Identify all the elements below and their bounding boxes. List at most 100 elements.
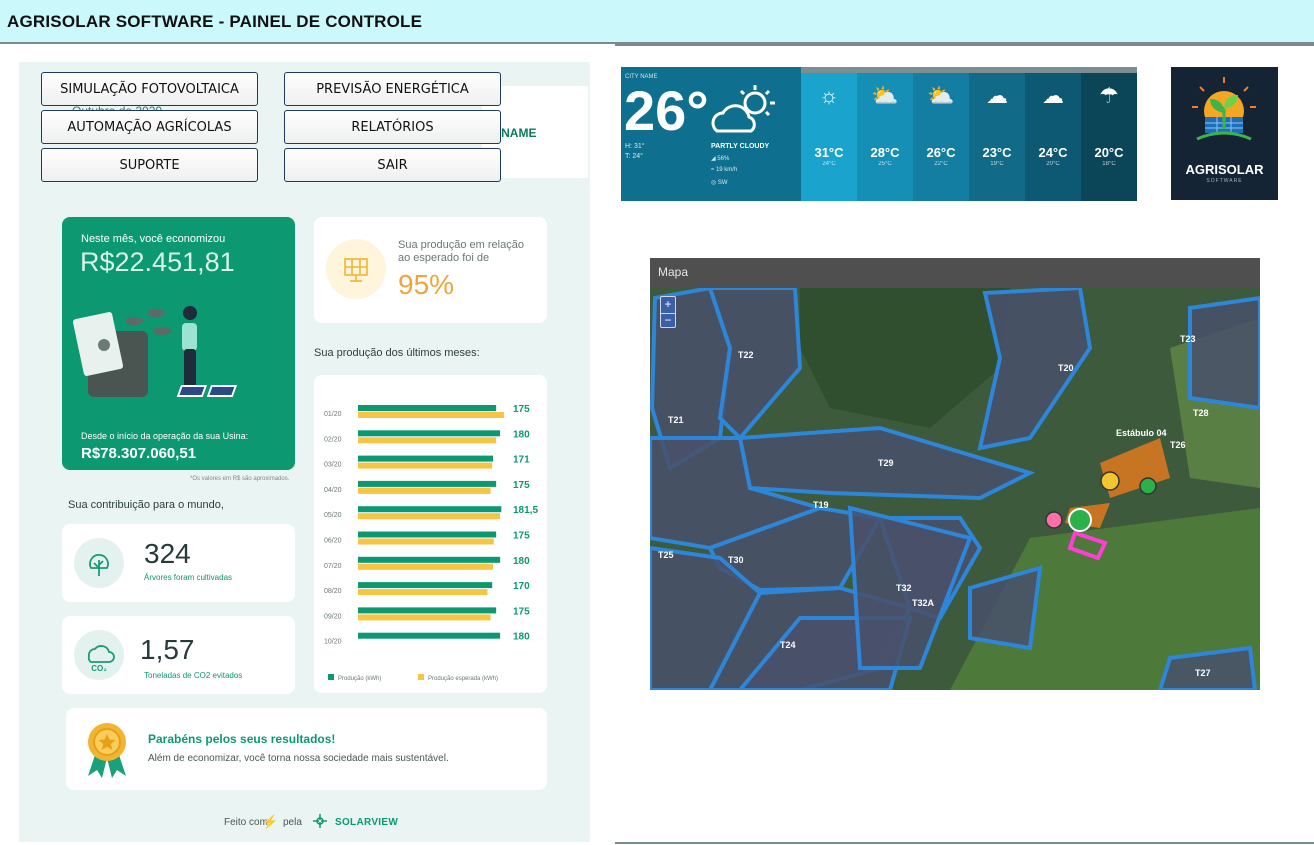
sair-button[interactable]: SAIR [284, 148, 501, 182]
map-label: T20 [1058, 363, 1074, 373]
tree-icon [74, 538, 124, 588]
chart-category-label: 05/20 [324, 512, 342, 519]
map-label: T23 [1180, 334, 1196, 344]
previsao-energetica-button[interactable]: PREVISÃO ENERGÉTICA [284, 72, 501, 106]
map-canvas[interactable]: T22 T20 T23 T21 T29 T19 T25 T30 T32 T32A… [650, 288, 1260, 690]
map-label: T21 [668, 415, 684, 425]
footer-brand: SOLARVIEW [335, 817, 399, 828]
expected-bar [358, 589, 488, 596]
weather-condition: PARTLY CLOUDY [711, 143, 770, 150]
map-label: T29 [878, 458, 894, 468]
expected-bar [358, 538, 494, 545]
chart-value-label: 175 [513, 531, 530, 542]
current-temp: 26° [624, 79, 709, 142]
map-title: Mapa [658, 265, 689, 279]
chart-category-label: 01/20 [324, 411, 342, 418]
congrats-title: Parabéns pelos seus resultados! [148, 732, 336, 746]
map-panel[interactable]: Mapa T22 T20 T23 T21 T29 T19 T25 T30 T32… [650, 258, 1260, 690]
map-header: Mapa [650, 258, 1260, 288]
savings-illustration [72, 306, 238, 397]
expected-bar [358, 513, 501, 520]
since-label: Desde o início da operação da sua Usina: [81, 431, 249, 441]
savings-value: R$22.451,81 [80, 247, 235, 277]
expected-bar [358, 462, 493, 469]
chart-value-label: 175 [513, 404, 530, 415]
map-label: T32 [896, 583, 912, 593]
map-label: T25 [658, 550, 674, 560]
savings-label: Neste mês, você economizou [81, 233, 226, 245]
since-value: R$78.307.060,51 [81, 445, 197, 462]
production-bar [358, 582, 493, 589]
humidity-value: 56% [717, 156, 730, 162]
map-label: T24 [780, 640, 796, 650]
relatorios-button[interactable]: RELATÓRIOS [284, 110, 501, 144]
chart-value-label: 175 [513, 606, 530, 617]
chart-category-label: 08/20 [324, 588, 342, 595]
legend-label: Produção (kWh) [338, 676, 381, 682]
chart-category-label: 10/20 [324, 639, 342, 646]
agrisolar-emblem-icon [1192, 77, 1256, 141]
simulacao-fotovoltaica-button[interactable]: SIMULAÇÃO FOTOVOLTAICA [41, 72, 258, 106]
zoom-control: + − [660, 296, 676, 328]
production-percent-card: Sua produção em relação ao esperado foi … [314, 217, 547, 323]
partly-cloudy-icon: ⛅ [871, 83, 899, 108]
cloud-icon: ☁ [986, 83, 1008, 108]
production-label: Sua produção em relação ao esperado foi … [398, 239, 524, 264]
forecast-day-3: ⛅ 26°C 22°C [913, 73, 969, 201]
logo-sub: SOFTWARE [1206, 178, 1243, 184]
agrisolar-logo: AGRISOLAR SOFTWARE [1171, 67, 1278, 200]
chart-category-label: 03/20 [324, 462, 342, 469]
approx-note: *Os valores em R$ são aproximados. [190, 476, 290, 482]
map-label: T26 [1170, 440, 1186, 450]
production-bar [358, 531, 497, 538]
chart-value-label: 180 [513, 429, 530, 440]
footer-by: pela [283, 817, 302, 828]
wind-value: 19 km/h [715, 167, 738, 173]
expected-bar [358, 487, 491, 494]
weather-current: CITY NAME 26° H: 31° T: 24° PARTLY CLOUD… [621, 67, 801, 201]
production-bar [358, 430, 501, 437]
savings-card: Neste mês, você economizou R$22.451,81 D… [62, 217, 295, 470]
production-bar [358, 556, 501, 563]
zoom-out-button[interactable]: − [661, 313, 675, 328]
expected-bar [358, 563, 493, 570]
map-label: T22 [738, 350, 754, 360]
medal-icon [82, 720, 132, 785]
legend-swatch [328, 674, 334, 680]
forecast-day-5: ☁ 24°C 20°C [1025, 73, 1081, 201]
trees-value: 324 [144, 538, 191, 569]
humidity: ◢ 56% [711, 156, 730, 162]
app-title: AGRISOLAR SOFTWARE - PAINEL DE CONTROLE [7, 12, 423, 31]
production-bar [358, 405, 497, 411]
chart-category-label: 02/20 [324, 436, 342, 443]
chart-value-label: 180 [513, 632, 530, 643]
map-label: T27 [1195, 668, 1211, 678]
solarview-logo-icon [311, 812, 329, 835]
title-bar: AGRISOLAR SOFTWARE - PAINEL DE CONTROLE [0, 0, 1314, 44]
co2-value: 1,57 [140, 634, 195, 665]
expected-bar [358, 614, 491, 621]
temp-low: T: 24° [625, 153, 643, 160]
forecast-day-6: ☂ 20°C 18°C [1081, 73, 1137, 201]
wind-direction: ◎ SW [711, 180, 728, 186]
suporte-button[interactable]: SUPORTE [41, 148, 258, 182]
production-bar [358, 607, 497, 614]
forecast-day-2: ⛅ 28°C 25°C [857, 73, 913, 201]
congrats-card: Parabéns pelos seus resultados! Além de … [66, 708, 547, 790]
partly-cloudy-icon [709, 81, 781, 146]
expected-bar [358, 437, 497, 444]
zoom-in-button[interactable]: + [661, 297, 675, 313]
trees-label: Árvores foram cultivadas [144, 573, 233, 582]
production-bar [358, 480, 497, 487]
co2-label: Toneladas de CO2 evitados [144, 671, 243, 680]
map-label: T30 [728, 555, 744, 565]
map-label: T32A [912, 598, 935, 608]
forecast-day-1: ☼ 31°C 24°C [801, 73, 857, 201]
automacao-agricolas-button[interactable]: AUTOMAÇÃO AGRÍCOLAS [41, 110, 258, 144]
logo-name: AGRISOLAR [1185, 162, 1264, 177]
chart-category-label: 09/20 [324, 613, 342, 620]
expected-bar [358, 412, 505, 418]
wind: ≈ 19 km/h [711, 167, 738, 173]
production-bar [358, 632, 501, 639]
chart-category-label: 04/20 [324, 487, 342, 494]
